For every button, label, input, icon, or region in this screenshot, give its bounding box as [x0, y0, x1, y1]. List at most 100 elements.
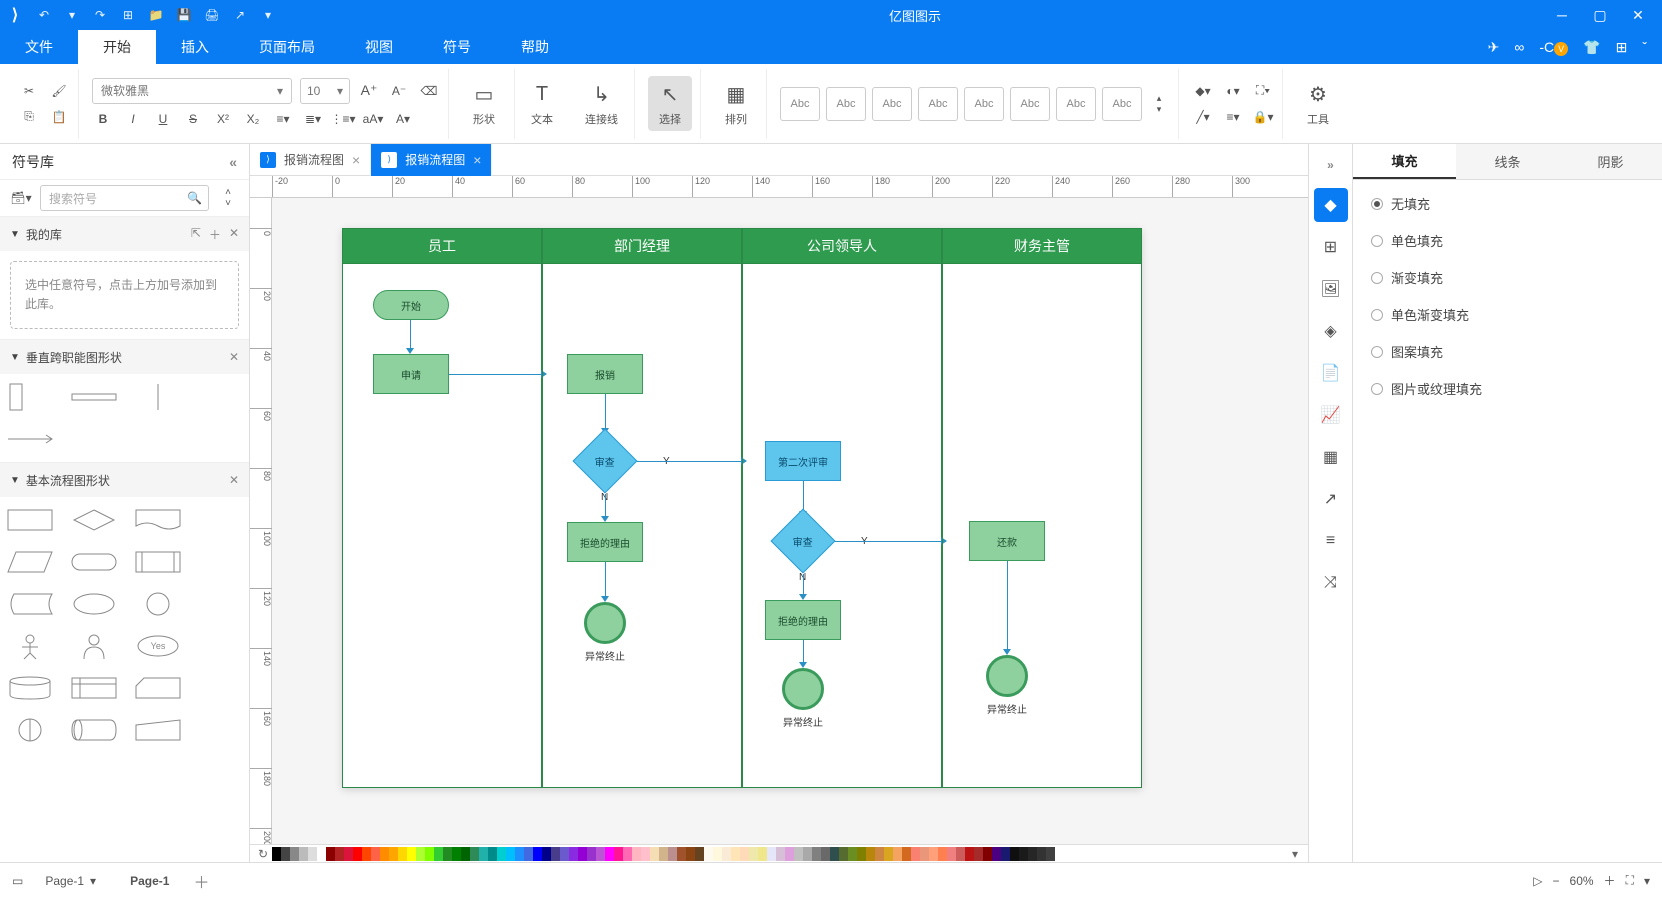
style-preset-7[interactable]: Abc — [1056, 87, 1096, 121]
bullet-list-icon[interactable]: ⋮≡▾ — [332, 108, 354, 130]
font-size-select[interactable]: 10▾ — [300, 78, 350, 104]
color-swatch[interactable] — [884, 847, 893, 861]
palette-more-icon[interactable]: ▾ — [1286, 847, 1304, 861]
color-swatch[interactable] — [335, 847, 344, 861]
menu-view[interactable]: 视图 — [340, 30, 418, 64]
close-button[interactable]: ✕ — [1629, 6, 1647, 24]
color-swatch[interactable] — [659, 847, 668, 861]
qat-more-icon[interactable]: ▾ — [259, 6, 277, 24]
shape-process[interactable] — [8, 505, 52, 535]
color-swatch[interactable] — [362, 847, 371, 861]
text-button[interactable]: T 文本 — [520, 76, 564, 131]
color-swatch[interactable] — [722, 847, 731, 861]
minimize-button[interactable]: ─ — [1553, 6, 1571, 24]
color-swatch[interactable] — [497, 847, 506, 861]
fc-review2[interactable]: 审查 — [770, 508, 835, 573]
color-swatch[interactable] — [587, 847, 596, 861]
color-swatch[interactable] — [479, 847, 488, 861]
fit-screen-icon[interactable]: ⛶ — [1626, 873, 1634, 888]
shape-decision[interactable] — [72, 505, 116, 535]
superscript-icon[interactable]: X² — [212, 108, 234, 130]
color-swatch[interactable] — [632, 847, 641, 861]
copy-icon[interactable]: ⎘ — [18, 106, 40, 128]
symbol-search-input[interactable]: 搜索符号 🔍 — [40, 185, 209, 211]
dropdown-icon[interactable]: ▾ — [63, 6, 81, 24]
color-swatch[interactable] — [911, 847, 920, 861]
color-swatch[interactable] — [326, 847, 335, 861]
color-swatch[interactable] — [776, 847, 785, 861]
color-swatch[interactable] — [533, 847, 542, 861]
fill-option-texture[interactable]: 图片或纹理填充 — [1371, 379, 1644, 398]
strikethrough-button[interactable]: S — [182, 108, 204, 130]
lock-icon[interactable]: 🔒▾ — [1252, 106, 1274, 128]
color-swatch[interactable] — [947, 847, 956, 861]
color-swatch[interactable] — [938, 847, 947, 861]
shape-lane-vertical[interactable] — [8, 382, 52, 412]
color-swatch[interactable] — [668, 847, 677, 861]
color-swatch[interactable] — [344, 847, 353, 861]
color-swatch[interactable] — [1037, 847, 1046, 861]
color-swatch[interactable] — [803, 847, 812, 861]
color-swatch[interactable] — [407, 847, 416, 861]
share-icon[interactable]: ∞ — [1514, 39, 1524, 55]
swimlane-col-3[interactable]: 第二次评审 审查 Y N 拒绝的理由 — [742, 264, 942, 788]
italic-button[interactable]: I — [122, 108, 144, 130]
color-swatch[interactable] — [1019, 847, 1028, 861]
color-swatch[interactable] — [299, 847, 308, 861]
vertical-close-icon[interactable]: ✕ — [229, 350, 239, 364]
color-swatch[interactable] — [848, 847, 857, 861]
close-tab-icon[interactable]: × — [473, 152, 481, 168]
subscript-icon[interactable]: X₂ — [242, 108, 264, 130]
grid-panel-icon[interactable]: ⊞ — [1314, 230, 1348, 264]
color-swatch[interactable] — [740, 847, 749, 861]
fill-option-none[interactable]: 无填充 — [1371, 194, 1644, 213]
add-page-button[interactable]: ＋ — [193, 869, 209, 893]
shape-separator-v[interactable] — [136, 382, 180, 412]
paste-icon[interactable]: 📋 — [48, 106, 70, 128]
color-swatch[interactable] — [866, 847, 875, 861]
color-swatch[interactable] — [605, 847, 614, 861]
fc-start[interactable]: 开始 — [373, 290, 449, 320]
shape-document[interactable] — [136, 505, 180, 535]
fill-panel-icon[interactable]: ◆ — [1314, 188, 1348, 222]
line-style-icon[interactable]: ≡▾ — [1222, 106, 1244, 128]
color-swatch[interactable] — [524, 847, 533, 861]
format-painter-icon[interactable]: 🖌 — [48, 80, 70, 102]
print-icon[interactable]: 🖨 — [203, 6, 221, 24]
connector-button[interactable]: ↳ 连接线 — [577, 76, 626, 131]
swimlane-col-2[interactable]: 报销 审查 Y N 拒绝的理由 — [542, 264, 742, 788]
fc-end-3[interactable] — [986, 655, 1028, 697]
chart-panel-icon[interactable]: 📈 — [1314, 398, 1348, 432]
color-swatch[interactable] — [821, 847, 830, 861]
color-swatch[interactable] — [731, 847, 740, 861]
color-swatch[interactable] — [1046, 847, 1055, 861]
shape-predefined[interactable] — [136, 547, 180, 577]
shape-stored-data[interactable] — [8, 589, 52, 619]
save-icon[interactable]: 💾 — [175, 6, 193, 24]
color-swatch[interactable] — [983, 847, 992, 861]
undo-icon[interactable]: ↶ — [35, 6, 53, 24]
bold-button[interactable]: B — [92, 108, 114, 130]
color-swatch[interactable] — [920, 847, 929, 861]
increase-font-icon[interactable]: A⁺ — [358, 80, 380, 102]
color-swatch[interactable] — [596, 847, 605, 861]
color-swatch[interactable] — [1028, 847, 1037, 861]
style-preset-4[interactable]: Abc — [918, 87, 958, 121]
color-swatch[interactable] — [713, 847, 722, 861]
send-icon[interactable]: ✈ — [1488, 39, 1500, 56]
export-panel-icon[interactable]: ↗ — [1314, 482, 1348, 516]
canvas[interactable]: 员工 部门经理 公司领导人 财务主管 开始 申请 — [272, 198, 1308, 844]
fill-option-mono-gradient[interactable]: 单色渐变填充 — [1371, 305, 1644, 324]
open-icon[interactable]: 📁 — [147, 6, 165, 24]
style-scroll-up-icon[interactable]: ▴▾ — [1148, 93, 1170, 115]
basic-close-icon[interactable]: ✕ — [229, 473, 239, 487]
color-swatch[interactable] — [758, 847, 767, 861]
color-swatch[interactable] — [416, 847, 425, 861]
new-icon[interactable]: ⊞ — [119, 6, 137, 24]
basic-section-header[interactable]: ▼ 基本流程图形状 ✕ — [0, 463, 249, 497]
color-swatch[interactable] — [470, 847, 479, 861]
zoom-out-icon[interactable]: − — [1553, 874, 1560, 888]
fc-refund[interactable]: 还款 — [969, 521, 1045, 561]
shape-actor[interactable] — [8, 631, 52, 661]
fc-reimburse[interactable]: 报销 — [567, 354, 643, 394]
